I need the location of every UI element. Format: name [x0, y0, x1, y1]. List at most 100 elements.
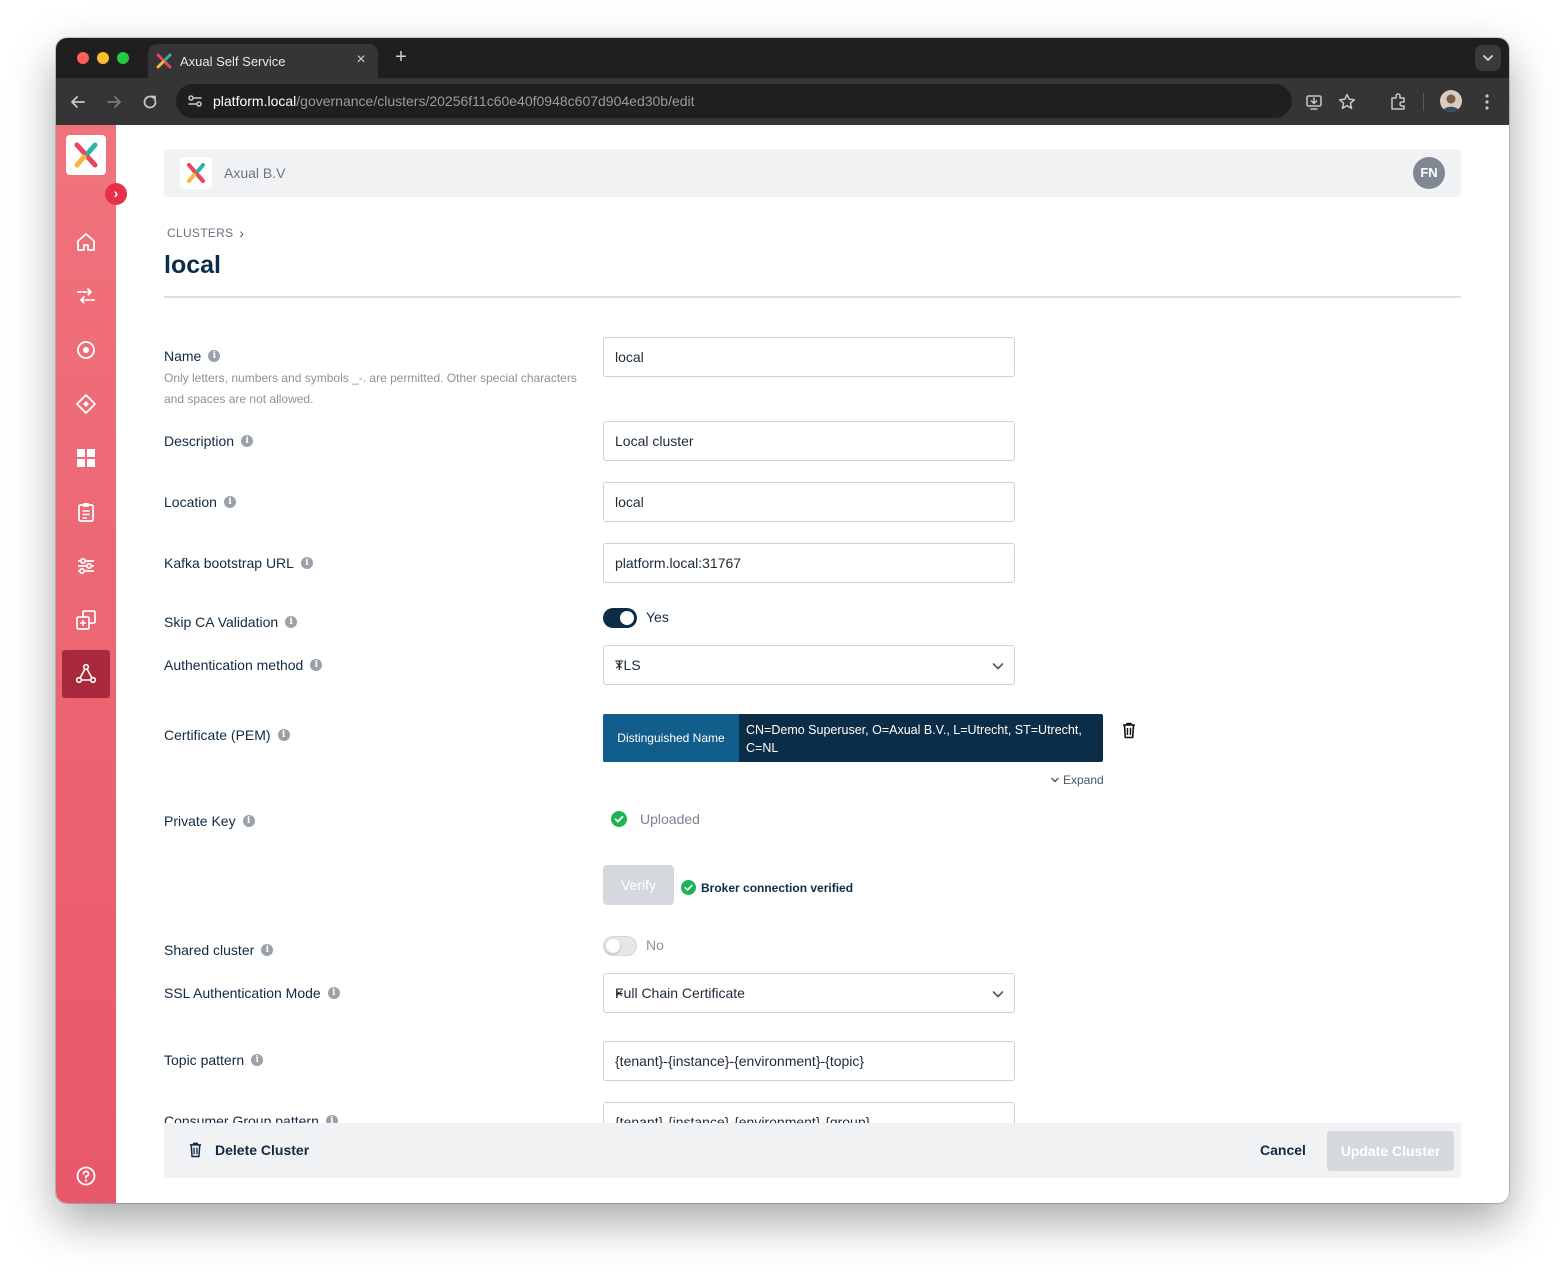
sidebar-item-dashboard[interactable] — [62, 434, 110, 482]
sidebar-item-clipboard[interactable] — [62, 488, 110, 536]
sidebar-item-diamond[interactable] — [62, 380, 110, 428]
private-key-label: Private Key i — [164, 813, 255, 829]
sidebar-item-streams[interactable] — [62, 272, 110, 320]
clear-icon[interactable]: × — [615, 657, 984, 673]
toolbar-divider — [1423, 93, 1424, 111]
url-path: /governance/clusters/20256f11c60e40f0948… — [296, 93, 695, 109]
sidebar-expand-button[interactable]: › — [105, 183, 127, 205]
browser-menu-icon[interactable] — [1476, 91, 1498, 113]
forward-icon[interactable] — [103, 91, 125, 113]
help-icon — [76, 1166, 96, 1186]
topic-pattern-input[interactable]: {tenant}-{instance}-{environment}-{topic… — [603, 1041, 1015, 1081]
bootstrap-url-input-value: platform.local:31767 — [615, 555, 742, 571]
description-label-text: Description — [164, 433, 235, 449]
skip-ca-label: Skip CA Validation i — [164, 614, 298, 630]
user-avatar[interactable]: FN — [1413, 157, 1445, 189]
info-icon[interactable]: i — [251, 1054, 264, 1066]
skip-ca-toggle[interactable] — [603, 608, 637, 628]
extensions-icon[interactable] — [1387, 91, 1409, 113]
breadcrumb-clusters-link[interactable]: CLUSTERS — [167, 226, 233, 240]
browser-tab[interactable]: Axual Self Service × — [148, 44, 378, 78]
sidebar-item-clusters[interactable] — [62, 650, 110, 698]
info-icon[interactable]: i — [300, 557, 313, 569]
expand-label: Expand — [1063, 773, 1104, 787]
toggle-knob — [606, 939, 620, 953]
bootstrap-url-input[interactable]: platform.local:31767 — [603, 543, 1015, 583]
description-input-value: Local cluster — [615, 433, 694, 449]
toggle-knob — [620, 611, 634, 625]
description-input[interactable]: Local cluster — [603, 421, 1015, 461]
expand-certificate-button[interactable]: Expand — [1050, 773, 1104, 787]
location-label: Location i — [164, 494, 236, 510]
address-bar[interactable]: platform.local/governance/clusters/20256… — [176, 84, 1356, 118]
location-input[interactable]: local — [603, 482, 1015, 522]
ssl-mode-select[interactable]: Full Chain Certificate × — [603, 973, 1015, 1013]
back-icon[interactable] — [67, 91, 89, 113]
trash-icon[interactable] — [1121, 721, 1137, 739]
chevron-down-icon[interactable] — [991, 659, 1005, 673]
sidebar-item-target[interactable] — [62, 326, 110, 374]
sidebar-item-copy[interactable] — [62, 596, 110, 644]
delete-cluster-button[interactable]: Delete Cluster — [188, 1141, 309, 1158]
site-settings-icon[interactable] — [186, 92, 204, 110]
browser-window: Axual Self Service × + platform.local/go… — [56, 38, 1509, 1203]
url-host: platform.local — [213, 93, 297, 109]
info-icon[interactable]: i — [285, 616, 298, 628]
install-app-icon[interactable] — [1304, 92, 1324, 112]
tab-close-icon[interactable]: × — [352, 51, 370, 69]
info-icon[interactable]: i — [277, 729, 290, 741]
info-icon[interactable]: i — [261, 944, 274, 956]
verify-button[interactable]: Verify — [603, 865, 674, 905]
description-label: Description i — [164, 433, 254, 449]
sidebar-item-home[interactable] — [62, 218, 110, 266]
axual-favicon-icon — [156, 53, 172, 69]
form-footer: Delete Cluster Cancel Update Cluster — [164, 1123, 1461, 1178]
profile-avatar[interactable] — [1440, 90, 1462, 112]
chevron-down-icon — [1051, 777, 1059, 783]
name-label: Name i — [164, 348, 221, 364]
info-icon[interactable]: i — [223, 496, 236, 508]
info-icon[interactable]: i — [208, 350, 221, 362]
certificate-label: Certificate (PEM) i — [164, 727, 290, 743]
cancel-button[interactable]: Cancel — [1260, 1142, 1306, 1158]
private-key-status-text: Uploaded — [640, 811, 700, 827]
org-logo — [180, 157, 212, 189]
page-content: › Axual B.V FN CLUSTERS › local Name i O… — [56, 125, 1509, 1203]
consumer-group-pattern-input[interactable]: {tenant}-{instance}-{environment}-{group… — [603, 1102, 1015, 1123]
tab-bar: Axual Self Service × + — [56, 38, 1509, 78]
clear-icon[interactable]: × — [615, 985, 984, 1001]
delete-cluster-label: Delete Cluster — [215, 1141, 310, 1158]
url-text[interactable]: platform.local/governance/clusters/20256… — [213, 93, 695, 109]
sidebar-item-settings[interactable] — [62, 542, 110, 590]
new-tab-button[interactable]: + — [390, 46, 412, 68]
breadcrumb: CLUSTERS › — [167, 225, 244, 241]
info-icon[interactable]: i — [327, 987, 340, 999]
auth-method-select[interactable]: TLS × — [603, 645, 1015, 685]
close-window-button[interactable] — [77, 52, 89, 64]
update-cluster-button[interactable]: Update Cluster — [1327, 1131, 1454, 1171]
location-label-text: Location — [164, 494, 217, 510]
distinguished-name-tag: Distinguished Name — [603, 714, 739, 762]
reload-icon[interactable] — [139, 91, 161, 113]
shared-cluster-toggle[interactable] — [603, 936, 637, 956]
app-logo[interactable] — [66, 135, 106, 175]
minimize-window-button[interactable] — [97, 52, 109, 64]
bookmark-star-icon[interactable] — [1337, 92, 1357, 112]
info-icon[interactable]: i — [241, 435, 254, 447]
sidebar-item-help[interactable] — [62, 1152, 110, 1200]
tab-search-button[interactable] — [1475, 45, 1501, 71]
maximize-window-button[interactable] — [117, 52, 129, 64]
trash-icon — [189, 1142, 202, 1158]
bootstrap-url-label: Kafka bootstrap URL i — [164, 555, 313, 571]
info-icon[interactable]: i — [310, 659, 323, 671]
info-icon[interactable]: i — [325, 1115, 338, 1123]
consumer-group-pattern-label-text: Consumer Group pattern — [164, 1113, 319, 1123]
name-input[interactable]: local — [603, 337, 1015, 377]
bootstrap-url-label-text: Kafka bootstrap URL — [164, 555, 294, 571]
org-header: Axual B.V FN — [164, 149, 1461, 197]
info-icon[interactable]: i — [242, 815, 255, 827]
chevron-right-icon: › — [239, 225, 245, 241]
chevron-down-icon[interactable] — [991, 987, 1005, 1001]
shared-cluster-value: No — [646, 937, 664, 953]
page-title: local — [164, 251, 221, 279]
